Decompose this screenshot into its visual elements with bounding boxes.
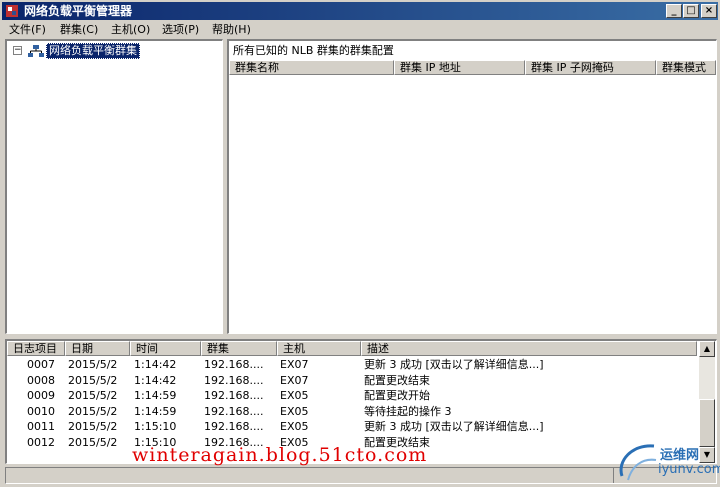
log-host: EX05: [280, 420, 309, 433]
scroll-up-icon[interactable]: ▲: [699, 341, 715, 357]
cluster-network-icon: [28, 45, 44, 57]
log-entry-id: 0007: [27, 358, 55, 371]
log-row[interactable]: 0011 2015/5/2 1:15:10 192.168.... EX05 更…: [7, 419, 697, 434]
log-row[interactable]: 0007 2015/5/2 1:14:42 192.168.... EX07 更…: [7, 357, 697, 372]
cluster-list-header: 群集名称 群集 IP 地址 群集 IP 子网掩码 群集模式: [229, 60, 716, 75]
log-row[interactable]: 0010 2015/5/2 1:14:59 192.168.... EX05 等…: [7, 404, 697, 419]
log-date: 2015/5/2: [68, 373, 118, 387]
col-log-host[interactable]: 主机: [277, 341, 361, 356]
log-host: EX05: [280, 404, 309, 418]
log-date: 2015/5/2: [68, 389, 118, 402]
log-header: 日志项目 日期 时间 群集 主机 描述: [7, 341, 697, 356]
log-description: 等待挂起的操作 3: [364, 404, 452, 418]
log-description: 更新 3 成功 [双击以了解详细信息...]: [364, 420, 544, 433]
log-time: 1:14:42: [134, 373, 177, 387]
log-entry-id: 0012: [27, 435, 55, 449]
col-log-entry[interactable]: 日志项目: [7, 341, 65, 356]
col-cluster-subnet[interactable]: 群集 IP 子网掩码: [525, 60, 656, 75]
col-log-description[interactable]: 描述: [361, 341, 697, 356]
nlb-manager-window: 网络负载平衡管理器 _ □ × 文件(F) 群集(C) 主机(O) 选项(P) …: [0, 0, 720, 487]
status-bar: [5, 467, 717, 484]
minimize-button[interactable]: _: [666, 4, 682, 18]
menu-host[interactable]: 主机(O): [111, 23, 150, 37]
col-cluster-mode[interactable]: 群集模式: [656, 60, 716, 75]
site-logo-name: 运维网: [660, 448, 700, 463]
menu-file[interactable]: 文件(F): [9, 23, 46, 37]
log-date: 2015/5/2: [68, 358, 118, 371]
log-entry-id: 0011: [27, 420, 55, 433]
menu-help[interactable]: 帮助(H): [212, 23, 251, 37]
col-log-cluster[interactable]: 群集: [201, 341, 277, 356]
col-log-time[interactable]: 时间: [130, 341, 201, 356]
log-entry-id: 0009: [27, 389, 55, 402]
log-description: 配置更改结束: [364, 373, 430, 387]
log-host: EX05: [280, 389, 309, 402]
menu-bar: 文件(F) 群集(C) 主机(O) 选项(P) 帮助(H): [2, 21, 718, 39]
menu-options[interactable]: 选项(P): [162, 23, 199, 37]
log-date: 2015/5/2: [68, 420, 118, 433]
col-cluster-ip[interactable]: 群集 IP 地址: [394, 60, 525, 75]
tree-root-nlb-clusters[interactable]: 网络负载平衡群集: [46, 43, 140, 59]
log-entry-id: 0010: [27, 404, 55, 418]
log-cluster: 192.168....: [204, 358, 264, 371]
log-host: EX07: [280, 358, 309, 371]
blog-watermark: winteragain.blog.51cto.com: [132, 444, 428, 466]
log-host: EX07: [280, 373, 309, 387]
cluster-tree[interactable]: − 网络负载平衡群集: [5, 39, 223, 334]
log-cluster: 192.168....: [204, 373, 264, 387]
col-log-date[interactable]: 日期: [65, 341, 130, 356]
col-cluster-name[interactable]: 群集名称: [229, 60, 394, 75]
title-bar[interactable]: 网络负载平衡管理器 _ □ ×: [2, 2, 718, 20]
log-row[interactable]: 0008 2015/5/2 1:14:42 192.168.... EX07 配…: [7, 373, 697, 388]
log-time: 1:15:10: [134, 420, 177, 433]
cluster-config-pane: 所有已知的 NLB 群集的群集配置 群集名称 群集 IP 地址 群集 IP 子网…: [227, 39, 717, 334]
log-time: 1:14:59: [134, 389, 177, 402]
site-logo-domain: iyunv.com: [658, 462, 720, 477]
log-time: 1:14:42: [134, 358, 177, 371]
log-date: 2015/5/2: [68, 404, 118, 418]
log-time: 1:14:59: [134, 404, 177, 418]
window-title: 网络负载平衡管理器: [24, 4, 133, 18]
log-description: 更新 3 成功 [双击以了解详细信息...]: [364, 358, 544, 371]
menu-cluster[interactable]: 群集(C): [60, 23, 98, 37]
log-cluster: 192.168....: [204, 404, 264, 418]
log-date: 2015/5/2: [68, 435, 118, 449]
close-button[interactable]: ×: [701, 4, 717, 18]
log-entry-id: 0008: [27, 373, 55, 387]
log-row[interactable]: 0009 2015/5/2 1:14:59 192.168.... EX05 配…: [7, 388, 697, 403]
maximize-button[interactable]: □: [683, 4, 699, 18]
tree-collapse-toggle[interactable]: −: [13, 46, 22, 55]
log-cluster: 192.168....: [204, 389, 264, 402]
nlb-app-icon: [6, 5, 18, 17]
log-description: 配置更改开始: [364, 389, 430, 402]
log-cluster: 192.168....: [204, 420, 264, 433]
cluster-config-caption: 所有已知的 NLB 群集的群集配置: [233, 44, 394, 57]
